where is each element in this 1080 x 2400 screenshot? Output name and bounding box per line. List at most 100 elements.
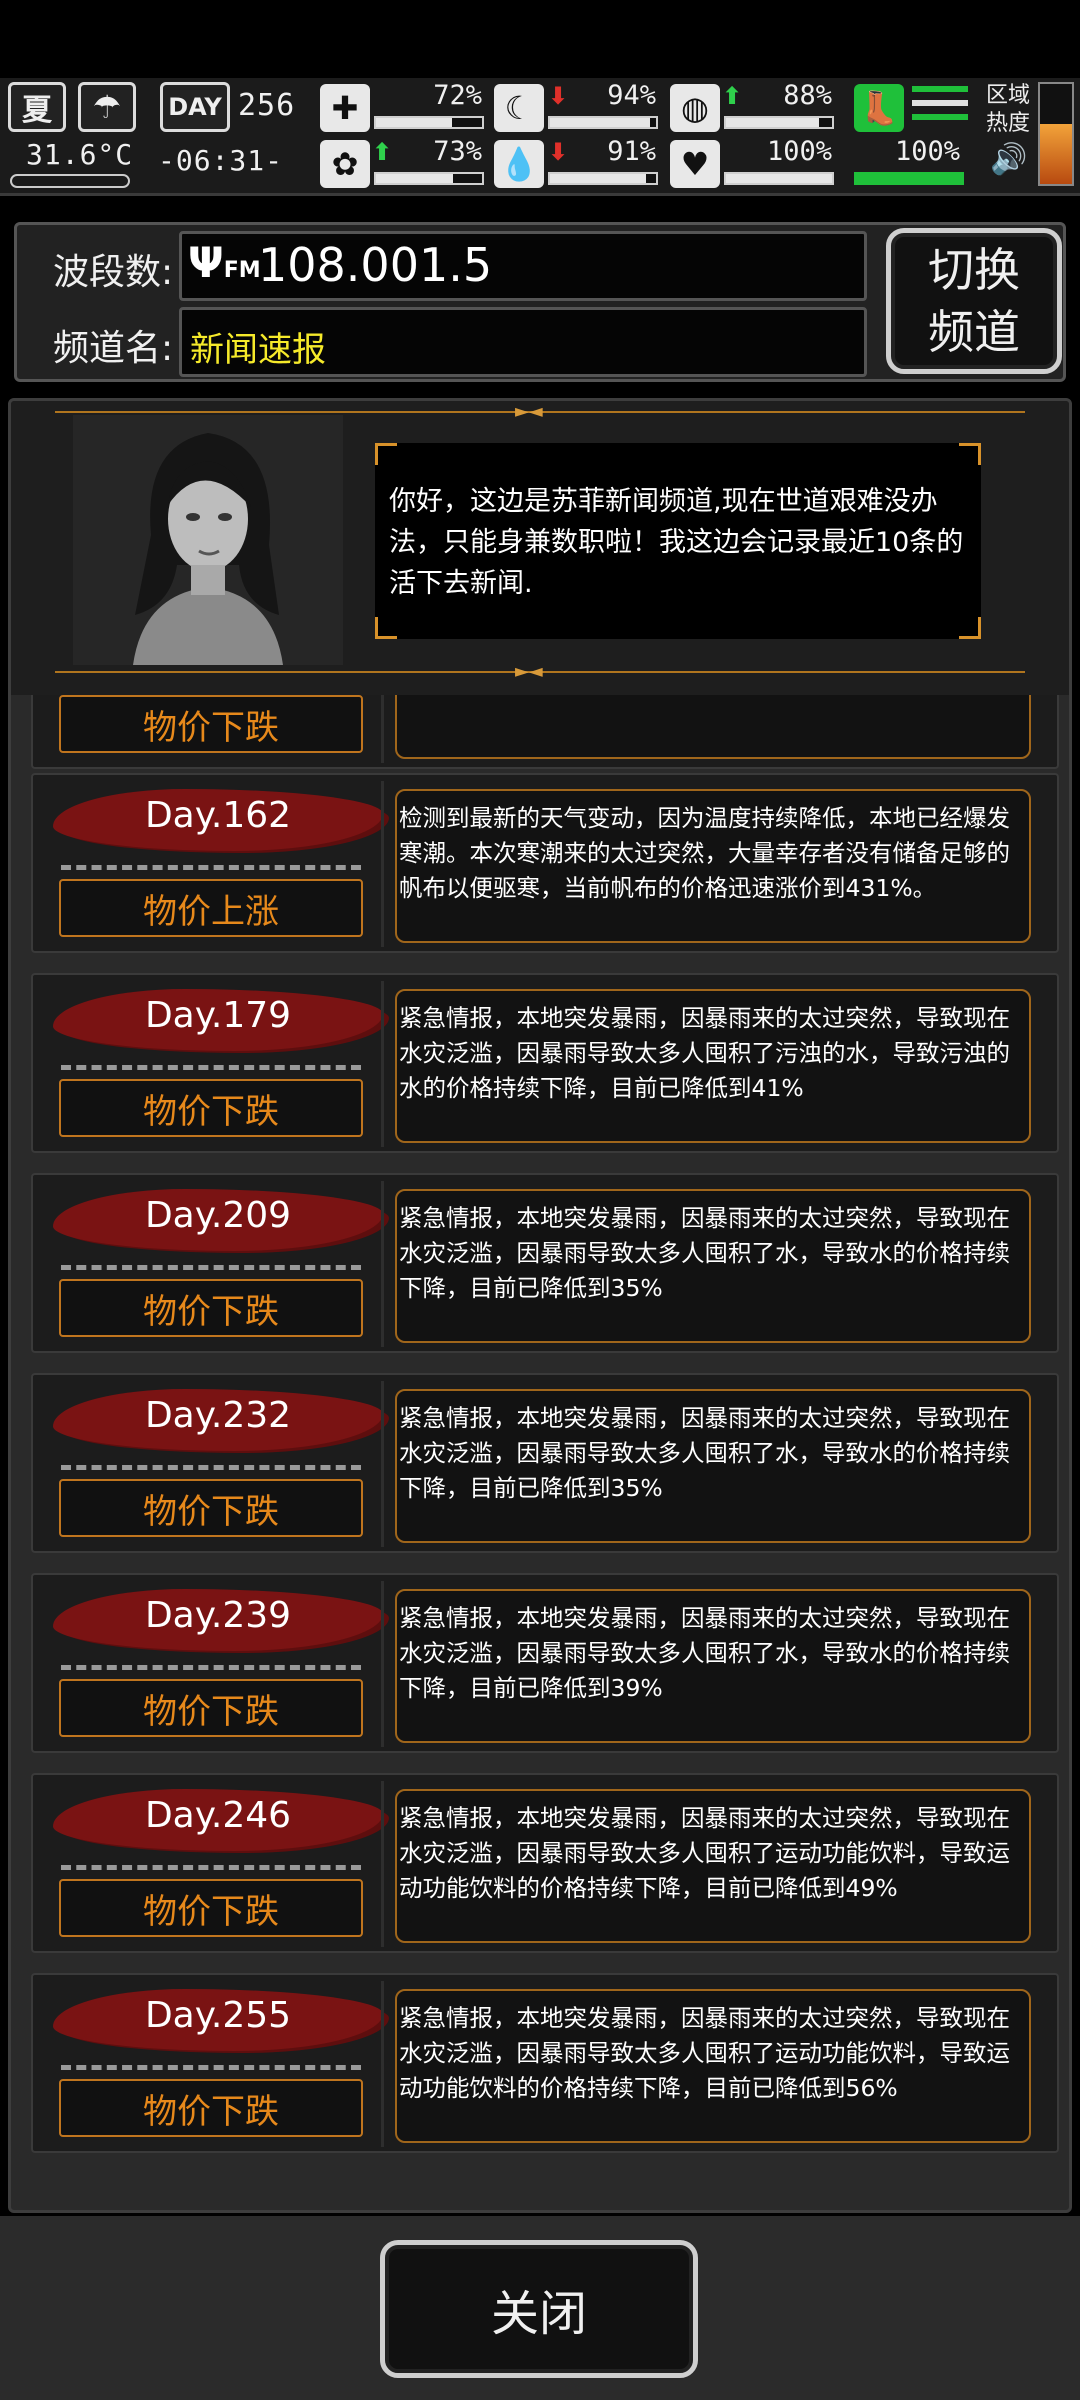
corner-decor [375,617,397,639]
thirst-value: 91% [607,136,656,167]
price-tag: 物价下跌 [59,1679,363,1737]
boot-icon: 👢 [854,84,904,132]
divider [381,1781,384,1947]
speaker-icon[interactable]: 🔊 [990,142,1027,177]
news-message: 紧急情报，本地突发暴雨，因暴雨来的太过突然，导致现在水灾泛滥，因暴雨导致太多人囤… [395,1189,1031,1343]
sanity-value: 73% [433,136,482,167]
medkit-icon: ✚ [320,84,370,132]
price-tag: 物价下跌 [59,1879,363,1937]
day-banner: Day.255 [53,1987,383,2055]
season-label: 夏 [22,93,52,128]
corner-decor [375,443,397,465]
close-label: 关闭 [490,2286,587,2342]
heart-icon: ♥ [670,140,720,188]
day-banner: Day.232 [53,1387,383,1455]
day-label: Day.162 [144,795,292,836]
announcer-speech-box: 你好，这边是苏菲新闻频道,现在世道艰难没办法，只能身兼数职啦！我这边会记录最近1… [375,443,981,639]
price-tag: 物价上涨 [59,879,363,937]
news-message: 紧急情报，本地突发暴雨，因暴雨来的太过突然，导致现在水灾泛滥，因暴雨导致太多人囤… [395,989,1031,1143]
close-button[interactable]: 关闭 [380,2240,698,2378]
day-label: Day.255 [144,1995,292,2036]
news-row: Day.232 物价下跌 紧急情报，本地突发暴雨，因暴雨来的太过突然，导致现在水… [31,1373,1059,1553]
band-label: 波段数: [53,252,174,293]
weather-rain-icon: ☂ [78,82,136,132]
zone-label: 区域 [986,83,1031,108]
divider [61,1465,361,1470]
news-row: Day.179 物价下跌 紧急情报，本地突发暴雨，因暴雨来的太过突然，导致现在水… [31,973,1059,1153]
divider [381,1981,384,2147]
day-counter: 256 [238,88,296,123]
mood-value: 100% [766,136,832,167]
gold-arrow-icon: ►◄ [515,401,543,422]
news-list[interactable]: 物价下跌 料，导致运动功能饮料的价格持续下降，目前已降低到52% Day.162… [31,681,1059,2193]
day-banner: Day.239 [53,1587,383,1655]
divider [381,1181,384,1347]
frequency-value: 108.001.5 [258,238,493,292]
news-row: Day.255 物价下跌 紧急情报，本地突发暴雨，因暴雨来的太过突然，导致现在水… [31,1973,1059,2153]
switch-channel-button[interactable]: 切换 频道 [886,228,1062,374]
price-tag: 物价下跌 [59,1479,363,1537]
brain-icon: ✿ [320,140,370,188]
price-tag: 物价下跌 [59,2079,363,2137]
news-message: 紧急情报，本地突发暴雨，因暴雨来的太过突然，导致现在水灾泛滥，因暴雨导致太多人囤… [395,1589,1031,1743]
divider [61,1865,361,1870]
day-label: DAY [160,82,230,132]
stamina-value: 100% [894,136,960,167]
gold-arrow-icon: ►◄ [515,661,543,682]
day-banner: Day.209 [53,1187,383,1255]
channel-field: 新闻速报 [179,307,867,377]
hunger-bar [548,116,658,129]
news-message: 紧急情报，本地突发暴雨，因暴雨来的太过突然，导致现在水灾泛滥，因暴雨导致太多人囤… [395,1389,1031,1543]
price-tag: 物价下跌 [59,695,363,753]
health-bar [374,116,484,129]
heat-label: 热度 [986,111,1031,136]
corner-decor [959,443,981,465]
channel-name: 新闻速报 [190,330,326,370]
channel-label: 频道名: [53,328,174,369]
divider [381,1581,384,1747]
thermometer-icon [10,174,130,188]
news-panel: 物价下跌 料，导致运动功能饮料的价格持续下降，目前已降低到52% Day.162… [8,398,1072,2213]
switch-label-2: 频道 [928,305,1020,359]
day-label: Day.179 [144,995,292,1036]
divider [381,1381,384,1547]
fm-antenna-icon: ΨFM [188,238,261,287]
corner-decor [959,617,981,639]
hunger-value: 94% [607,80,656,111]
day-label: Day.239 [144,1595,292,1636]
zone-heat-label: 区域 热度 [986,82,1030,138]
armor-icon: ◍ [670,84,720,132]
day-banner: Day.162 [53,787,383,855]
frequency-field: ΨFM 108.001.5 [179,231,867,301]
heat-meter [1038,82,1074,186]
stamina-bar [854,172,964,185]
mood-bar [724,172,834,185]
news-row: Day.162 物价上涨 检测到最新的天气变动，因为温度持续降低，本地已经爆发寒… [31,773,1059,953]
divider [61,2065,361,2070]
price-tag: 物价下跌 [59,1279,363,1337]
sanity-bar [374,172,484,185]
divider [61,865,361,870]
stamina-lines-icon [912,86,968,130]
day-banner: Day.246 [53,1787,383,1855]
season-badge: 夏 [8,82,66,132]
health-value: 72% [433,80,482,111]
water-drop-icon: 💧 [494,140,544,188]
temperature-readout: 31.6°C [26,138,134,171]
switch-label-1: 切换 [928,243,1020,297]
day-banner: Day.179 [53,987,383,1055]
news-row: Day.246 物价下跌 紧急情报，本地突发暴雨，因暴雨来的太过突然，导致现在水… [31,1773,1059,1953]
news-message: 紧急情报，本地突发暴雨，因暴雨来的太过突然，导致现在水灾泛滥，因暴雨导致太多人囤… [395,1989,1031,2143]
divider [61,1665,361,1670]
day-label: Day.246 [144,1795,292,1836]
price-tag: 物价下跌 [59,1079,363,1137]
news-row: Day.209 物价下跌 紧急情报，本地突发暴雨，因暴雨来的太过突然，导致现在水… [31,1173,1059,1353]
announcer-message: 你好，这边是苏菲新闻频道,现在世道艰难没办法，只能身兼数职啦！我这边会记录最近1… [389,486,964,599]
armor-bar [724,116,834,129]
day-label: Day.209 [144,1195,292,1236]
news-message: 紧急情报，本地突发暴雨，因暴雨来的太过突然，导致现在水灾泛滥，因暴雨导致太多人囤… [395,1789,1031,1943]
announcer-portrait [73,415,343,665]
announcer-panel: ►◄ ►◄ 你好，这边是苏菲新闻频道,现在世道艰难没办法，只能身兼数职啦！我这边… [11,401,1069,695]
news-message: 检测到最新的天气变动，因为温度持续降低，本地已经爆发寒潮。本次寒潮来的太过突然，… [395,789,1031,943]
game-clock: -06:31- [158,144,284,177]
